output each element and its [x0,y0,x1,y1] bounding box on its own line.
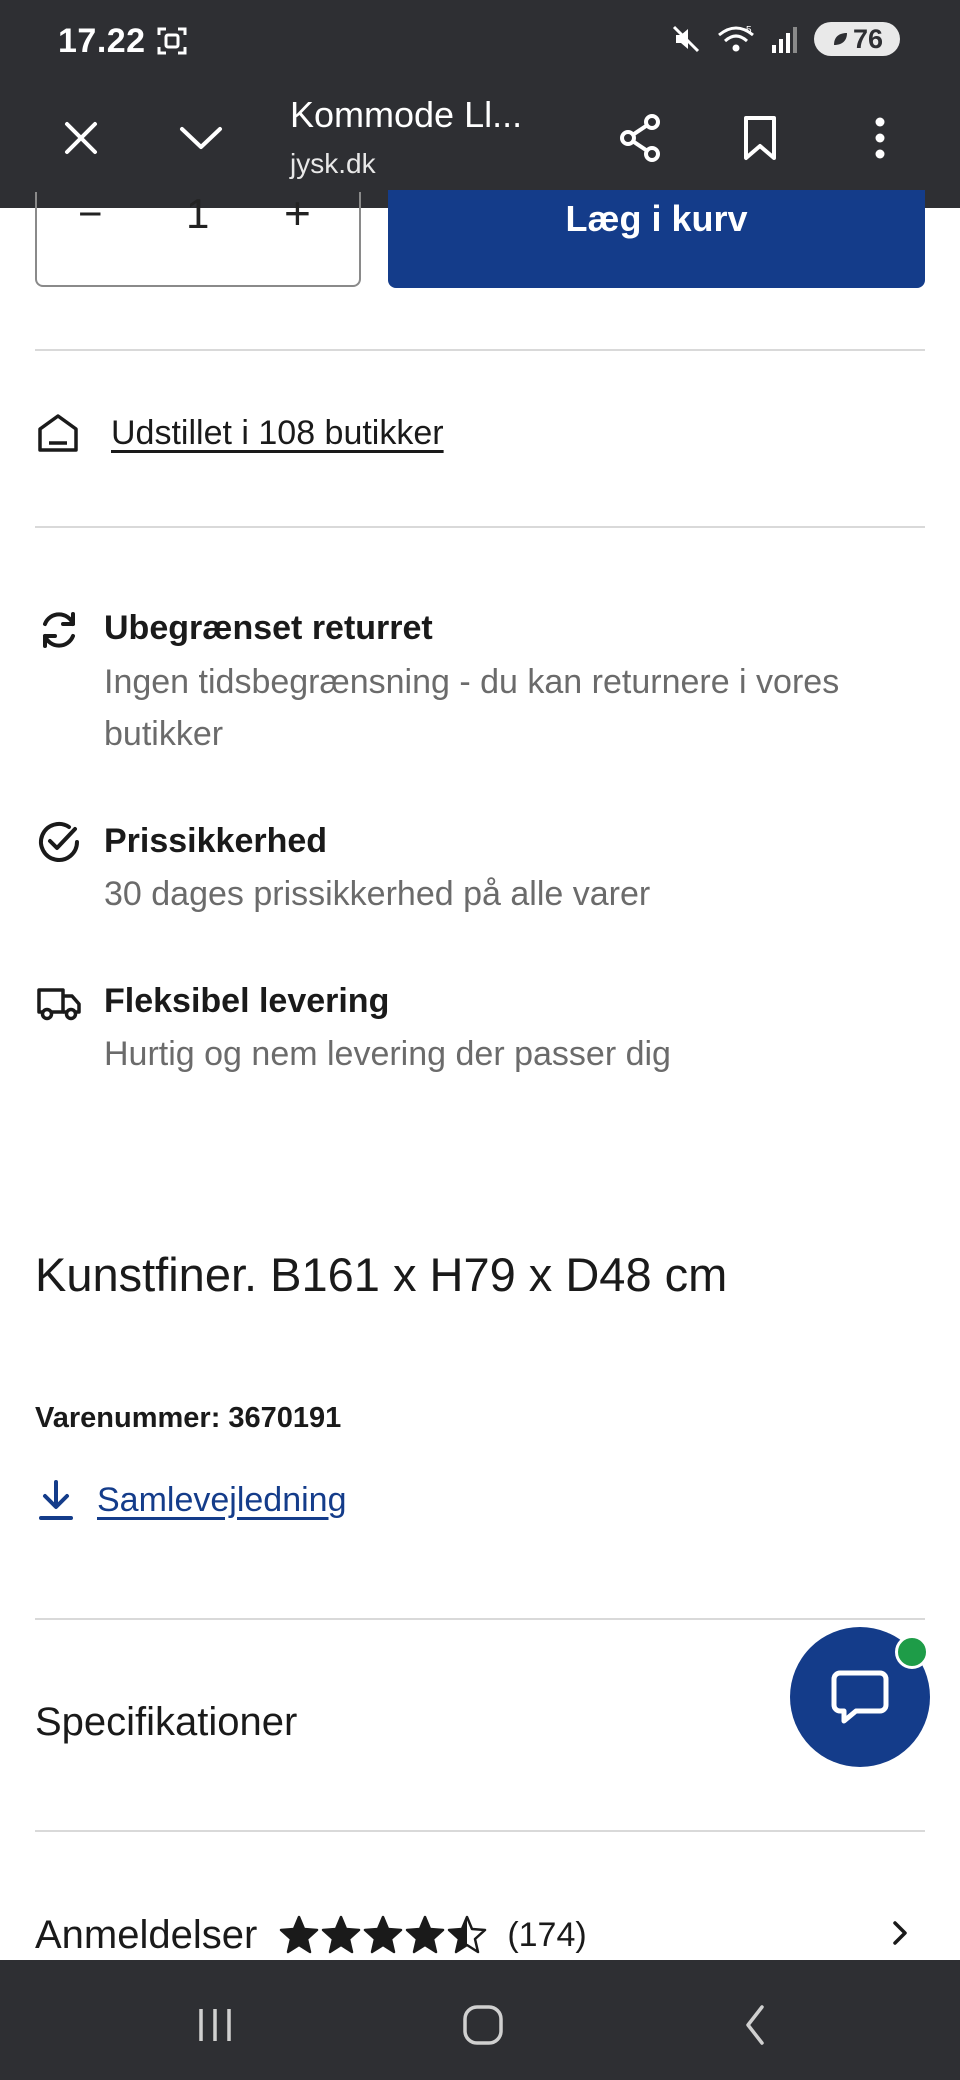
more-vertical-icon [875,117,885,159]
usp-title-delivery: Fleksibel levering [104,982,390,1020]
bookmark-icon [744,116,776,160]
recent-apps-button[interactable] [180,1995,250,2055]
chevron-right-icon [893,1921,907,1945]
back-icon [746,2005,764,2045]
minimize-button[interactable] [169,106,233,170]
more-options-button[interactable] [848,106,912,170]
star-icon [364,1915,403,1954]
star-icon [448,1915,487,1954]
reviews-label: Anmeldelser [35,1912,258,1957]
divider [35,1618,925,1620]
quantity-decrease-button[interactable]: − [78,190,103,238]
svg-text:5: 5 [746,25,752,36]
share-button[interactable] [608,106,672,170]
specifications-accordion[interactable]: Specifikationer [35,1622,925,1830]
close-icon [65,122,97,154]
back-button[interactable] [720,1995,790,2055]
chevron-down-icon [180,127,222,149]
divider [35,526,925,528]
refresh-icon [43,612,75,648]
chat-bubble-icon [831,1670,889,1724]
divider [35,1830,925,1832]
usp-title-returns: Ubegrænset returret [104,609,433,647]
home-button[interactable] [448,1995,518,2055]
wifi-icon: 5 [718,25,754,52]
download-icon [39,1480,73,1520]
mute-icon [672,25,700,53]
status-time: 17.22 [58,22,146,60]
store-availability-text[interactable]: Udstillet i 108 butikker [111,414,444,453]
item-number: Varenummer: 3670191 [35,1402,342,1434]
quantity-increase-button[interactable]: + [284,186,311,240]
bookmark-button[interactable] [728,106,792,170]
store-icon [38,414,78,452]
store-availability-link[interactable]: Udstillet i 108 butikker [35,410,444,456]
specifications-label: Specifikationer [35,1700,298,1744]
quantity-value[interactable]: 1 [186,190,209,238]
usp-desc-price: 30 dages prissikkerhed på alle varer [104,875,651,913]
home-icon [463,2005,503,2045]
signal-icon [772,27,797,53]
add-to-cart-button[interactable]: Læg i kurv [388,190,925,288]
share-icon [620,114,660,162]
reviews-accordion[interactable]: Anmeldelser (174) [35,1905,925,1965]
assembly-instructions-link[interactable]: Samlevejledning [35,1478,347,1522]
page-domain: jysk.dk [290,148,376,179]
delivery-truck-icon [37,988,81,1021]
reviews-count: (174) [507,1915,587,1954]
rating-stars [279,1915,487,1955]
divider [35,349,925,351]
star-icon [322,1915,361,1954]
check-circle-icon [39,821,79,862]
star-icon [406,1915,445,1954]
battery-saver-icon [833,33,847,45]
status-icons: 5 76 [670,22,900,56]
screenshot-icon [157,27,187,55]
assembly-instructions-text[interactable]: Samlevejledning [97,1481,347,1520]
online-status-dot [895,1635,929,1669]
battery-indicator: 76 [814,22,900,56]
recent-apps-icon [199,2009,231,2041]
usp-title-price: Prissikkerhed [104,822,328,860]
product-description: Kunstfiner. B161 x H79 x D48 cm [35,1248,728,1301]
battery-level: 76 [852,23,884,54]
usp-desc-delivery: Hurtig og nem levering der passer dig [104,1035,671,1073]
usp-desc-returns: Ingen tidsbegrænsning - du kan returnere… [104,663,840,753]
star-icon [280,1915,319,1954]
close-button[interactable] [49,106,113,170]
page-title: Kommode Ll... [290,94,523,135]
